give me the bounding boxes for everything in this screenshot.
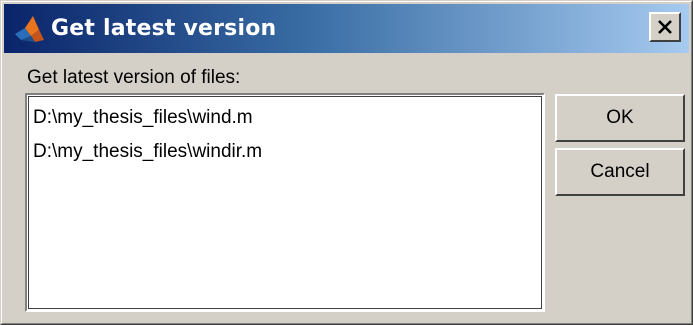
title-bar[interactable]: Get latest version xyxy=(4,4,689,53)
list-item[interactable]: D:\my_thesis_files\wind.m xyxy=(33,107,253,129)
close-button[interactable] xyxy=(649,12,681,42)
cancel-button[interactable]: Cancel xyxy=(555,148,685,196)
list-item[interactable]: D:\my_thesis_files\windir.m xyxy=(33,141,262,163)
matlab-logo-icon xyxy=(15,15,44,42)
file-list[interactable]: D:\my_thesis_files\wind.m D:\my_thesis_f… xyxy=(25,93,545,312)
files-prompt-label: Get latest version of files: xyxy=(27,67,241,88)
dialog-window: Get latest version Get latest version of… xyxy=(0,0,693,325)
ok-button[interactable]: OK xyxy=(555,94,685,142)
window-title: Get latest version xyxy=(51,16,277,41)
close-x-icon xyxy=(658,20,672,34)
